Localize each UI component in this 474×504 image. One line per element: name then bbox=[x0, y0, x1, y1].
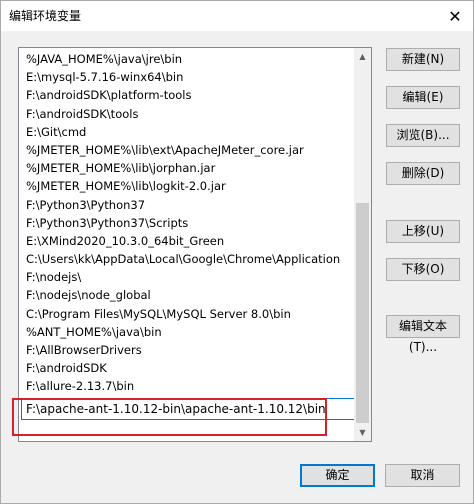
cancel-button[interactable]: 取消 bbox=[385, 464, 460, 487]
chevron-up-icon[interactable]: ▲ bbox=[354, 48, 371, 65]
path-list-item[interactable]: F:\androidSDK\platform-tools bbox=[19, 86, 355, 104]
path-list-item[interactable]: E:\mysql-5.7.16-winx64\bin bbox=[19, 68, 355, 86]
move-down-button[interactable]: 下移(O) bbox=[386, 258, 460, 281]
path-list-item[interactable]: C:\Program Files\MySQL\MySQL Server 8.0\… bbox=[19, 305, 355, 323]
new-button[interactable]: 新建(N) bbox=[386, 48, 460, 71]
scroll-thumb[interactable] bbox=[356, 203, 369, 423]
title-bar: 编辑环境变量 ✕ bbox=[1, 1, 473, 31]
path-list[interactable]: %JAVA_HOME%\java\jre\bin E:\mysql-5.7.16-… bbox=[18, 47, 372, 442]
path-list-item[interactable]: F:\nodejs\ bbox=[19, 268, 355, 286]
path-list-item[interactable]: F:\AllBrowserDrivers bbox=[19, 341, 355, 359]
path-list-items: %JAVA_HOME%\java\jre\bin E:\mysql-5.7.16-… bbox=[19, 50, 355, 420]
path-list-item[interactable]: E:\XMind2020_10.3.0_64bit_Green bbox=[19, 232, 355, 250]
edit-env-var-dialog: 编辑环境变量 ✕ %JAVA_HOME%\java\jre\bin E:\mysq… bbox=[0, 0, 474, 504]
path-list-item[interactable]: %JAVA_HOME%\java\jre\bin bbox=[19, 50, 355, 68]
path-list-item[interactable]: F:\androidSDK bbox=[19, 359, 355, 377]
path-list-item[interactable]: %JMETER_HOME%\lib\logkit-2.0.jar bbox=[19, 177, 355, 195]
dialog-title: 编辑环境变量 bbox=[9, 9, 82, 23]
path-list-item[interactable]: F:\nodejs\node_global bbox=[19, 286, 355, 304]
path-list-item[interactable]: %ANT_HOME%\java\bin bbox=[19, 323, 355, 341]
chevron-down-icon[interactable]: ▼ bbox=[354, 424, 371, 441]
delete-button[interactable]: 删除(D) bbox=[386, 162, 460, 185]
path-edit-input[interactable]: F:\apache-ant-1.10.12-bin\apache-ant-1.1… bbox=[21, 397, 355, 420]
move-up-button[interactable]: 上移(U) bbox=[386, 220, 460, 243]
edit-button[interactable]: 编辑(E) bbox=[386, 86, 460, 109]
close-icon[interactable]: ✕ bbox=[437, 1, 473, 31]
path-list-item[interactable]: E:\Git\cmd bbox=[19, 123, 355, 141]
vertical-scrollbar[interactable]: ▲ ▼ bbox=[354, 48, 371, 441]
path-list-item[interactable]: %JMETER_HOME%\lib\ext\ApacheJMeter_core.… bbox=[19, 141, 355, 159]
ok-button[interactable]: 确定 bbox=[300, 464, 375, 487]
path-list-item[interactable]: F:\allure-2.13.7\bin bbox=[19, 377, 355, 395]
path-list-item[interactable]: C:\Users\kk\AppData\Local\Google\Chrome\… bbox=[19, 250, 355, 268]
path-list-item[interactable]: F:\androidSDK\tools bbox=[19, 105, 355, 123]
edit-text-button[interactable]: 编辑文本(T)... bbox=[386, 315, 460, 354]
path-list-item[interactable]: F:\Python3\Python37 bbox=[19, 196, 355, 214]
browse-button[interactable]: 浏览(B)... bbox=[386, 124, 460, 147]
path-list-item[interactable]: %JMETER_HOME%\lib\jorphan.jar bbox=[19, 159, 355, 177]
path-list-item[interactable]: F:\Python3\Python37\Scripts bbox=[19, 214, 355, 232]
